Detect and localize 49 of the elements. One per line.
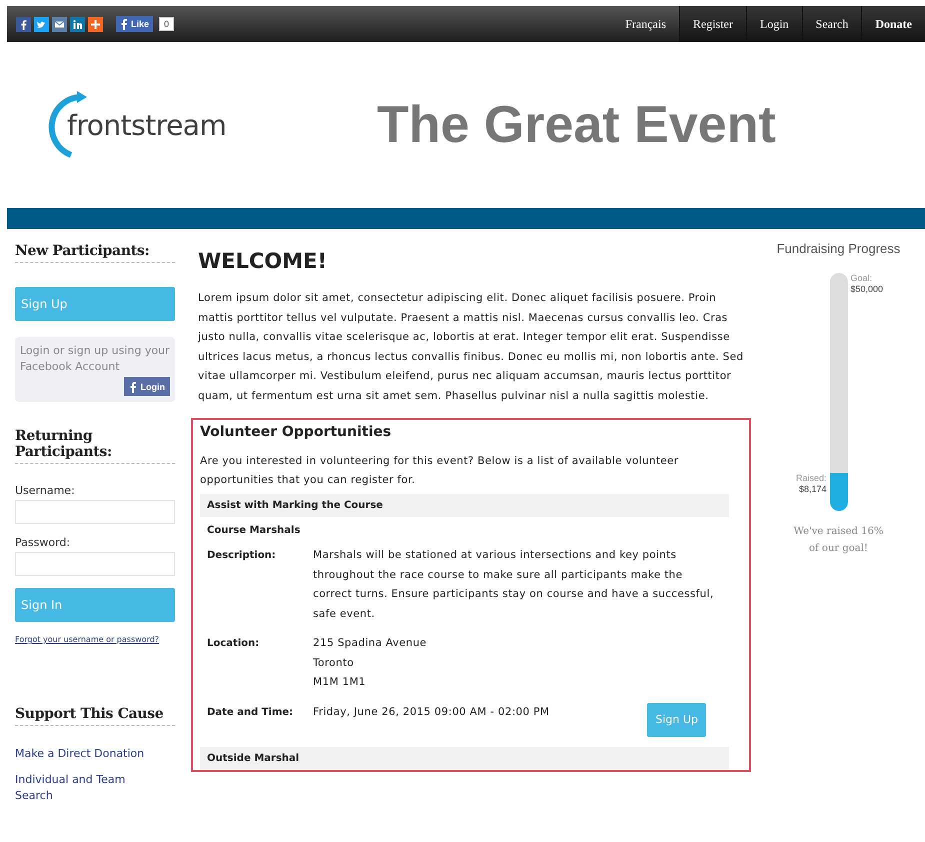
page-title: The Great Event	[377, 95, 776, 155]
twitter-icon[interactable]	[34, 16, 49, 32]
detail-value: Toronto	[313, 656, 355, 670]
opportunity-group-title: Outside Marshal	[200, 746, 729, 770]
nav-link[interactable]: Login	[746, 6, 802, 42]
nav-link[interactable]: Search	[802, 6, 862, 42]
field-label: Password:	[15, 536, 72, 549]
nav-link[interactable]: Français	[611, 6, 679, 42]
facebook-login-button[interactable]: Login	[124, 377, 170, 396]
logo-text: frontstream	[67, 108, 226, 142]
facebook-login-text: Login or sign up using your Facebook Account	[20, 343, 170, 375]
nav-link[interactable]: Donate	[861, 6, 925, 42]
facebook-icon[interactable]	[16, 16, 31, 32]
detail-value: M1M 1M1	[313, 675, 367, 690]
nav-link[interactable]: Register	[679, 6, 746, 42]
detail-label: Date and Time:	[207, 706, 294, 720]
like-button[interactable]: Like	[116, 16, 154, 32]
detail-label: Location:	[207, 637, 260, 651]
section-heading: Support This Cause	[15, 706, 175, 726]
facebook-icon	[120, 18, 128, 30]
section-heading: New Participants:	[15, 243, 175, 263]
volunteer-heading: Volunteer Opportunities	[200, 424, 392, 440]
opportunity-group-title: Assist with Marking the Course	[200, 494, 729, 517]
detail-value: 215 Spadina Avenue	[313, 636, 428, 651]
share-plus-icon[interactable]	[88, 16, 103, 32]
email-icon[interactable]	[52, 16, 67, 32]
input-field[interactable]	[15, 500, 175, 524]
raised-label: Raised:	[796, 472, 826, 484]
linkedin-icon[interactable]	[70, 16, 85, 32]
like-count: 0	[159, 17, 174, 31]
forgot-password-link[interactable]: Forgot your username or password?	[15, 634, 175, 646]
field-label: Username:	[15, 484, 76, 497]
progress-heading: Fundraising Progress	[776, 241, 900, 256]
facebook-icon	[128, 380, 136, 392]
sidebar-link[interactable]: Make a Direct Donation	[15, 746, 155, 762]
detail-label: Description:	[207, 549, 277, 563]
sidebar-link[interactable]: Individual and Team Search	[15, 772, 155, 804]
goal-amount: $50,000	[850, 284, 884, 295]
detail-value: Marshals will be stationed at various intersections and key points throughout the race course to make sure all participants make the correct turns. Ensure participants stay on course and have a successful, safe event.	[313, 548, 715, 622]
section-heading: Returning Participants:	[15, 428, 175, 464]
raised-amount: $8,174	[798, 484, 826, 495]
input-field[interactable]	[15, 552, 175, 576]
volunteer-intro: Are you interested in volunteering for this event? Below is a list of available volunteer opportunities that you can register for.	[200, 454, 680, 488]
progress-caption: We've raised 16% of our goal!	[794, 525, 884, 556]
detail-value: Friday, June 26, 2015 09:00 AM - 02:00 PM	[313, 704, 550, 720]
welcome-heading: WELCOME!	[198, 249, 328, 273]
goal-label: Goal:	[850, 273, 872, 284]
role-name: Course Marshals	[206, 524, 302, 536]
intro-paragraph: Lorem ipsum dolor sit amet, consectetur adipiscing elit. Donec aliquet facilisis posuere. Proin mattis porttitor tellus vel vulputate. Praesent a mattis nisl. Maecenas cursus convallis leo. Cras justo nulla, convallis vitae scelerisque ac, lobortis at erat. Integer tempor elit erat. Suspendisse ultrices lacus metus, a rhoncus lectus convallis finibus. Donec eu mollis mi, non lobortis ante. Sed vitae ullamcorper mi. Vestibulum eleifend, purus nec aliquam accumsan, mauris lectus porttitor quam, ut fermentum est urna sit amet sem. Phasellus pulvinar nisl a nulla sagittis molestie.	[198, 291, 744, 404]
